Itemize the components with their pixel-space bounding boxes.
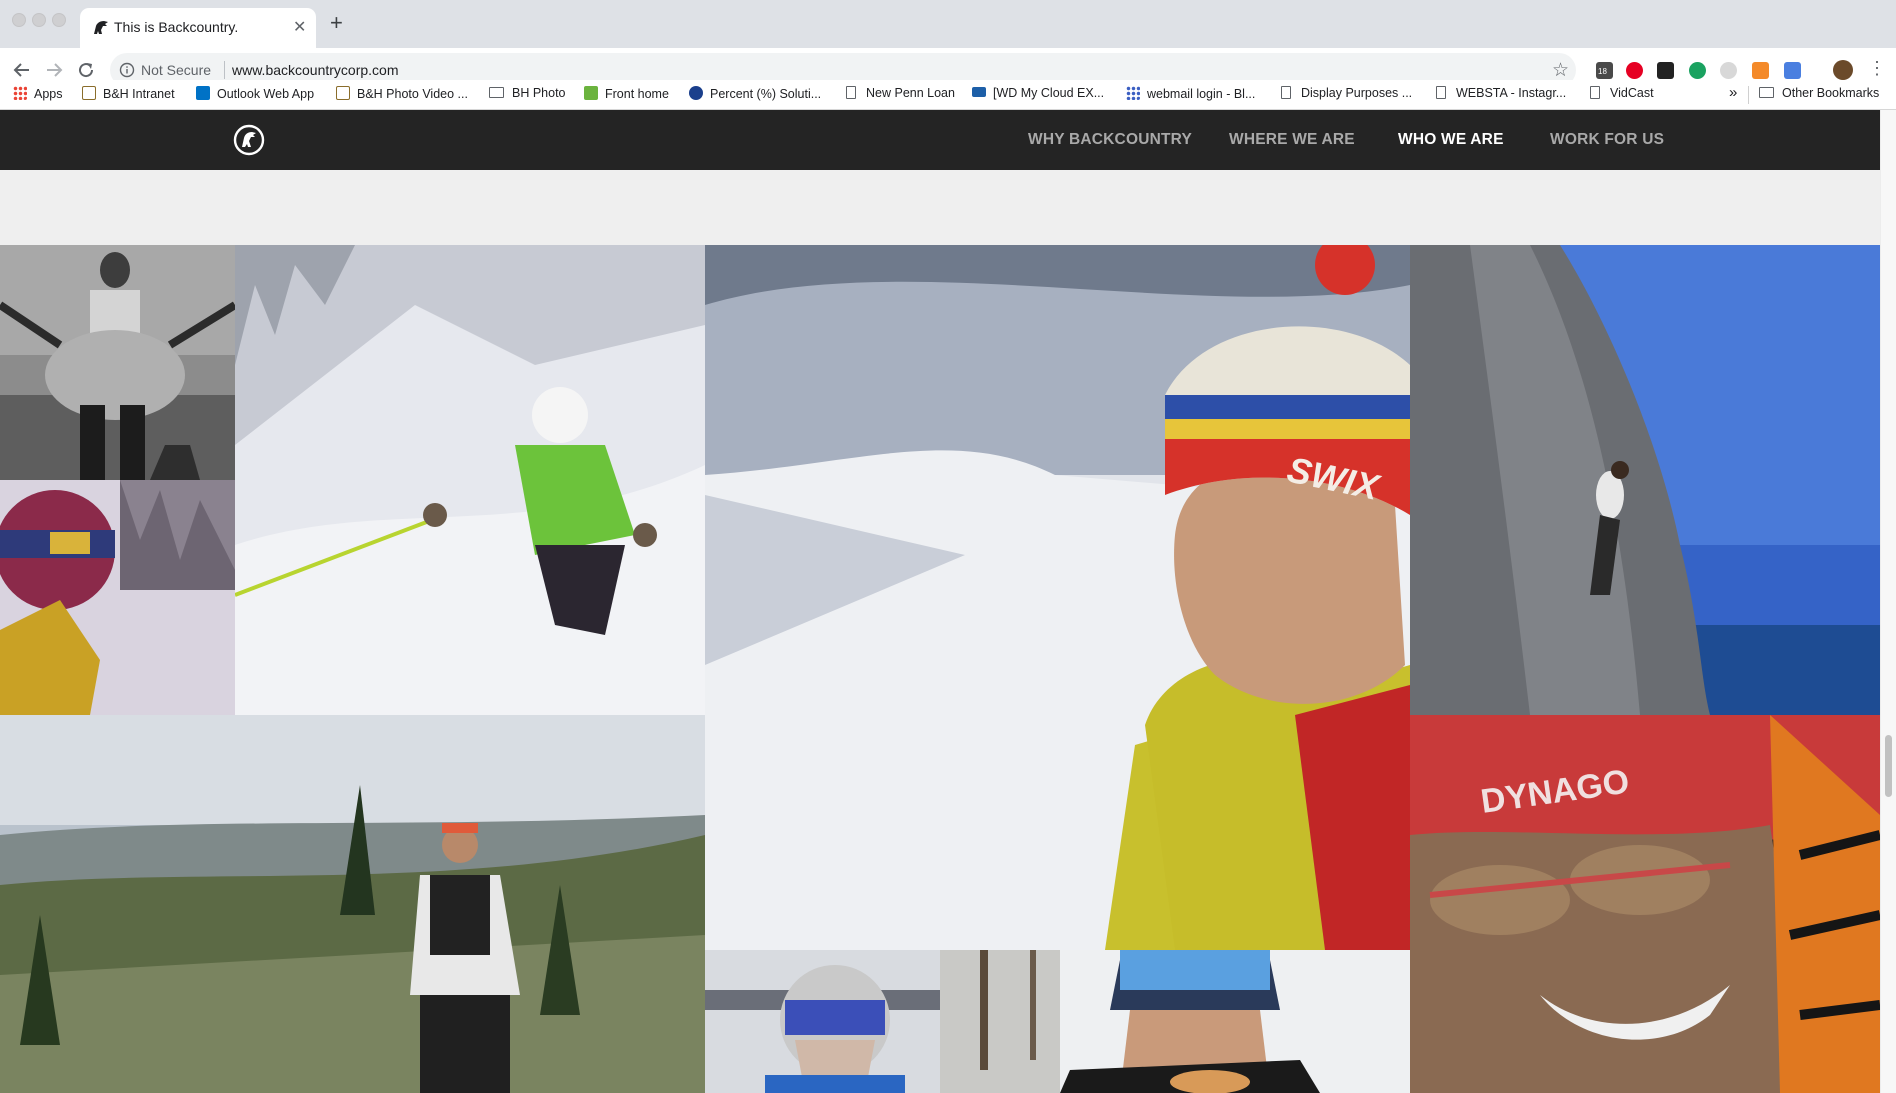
close-window-button[interactable] xyxy=(12,13,26,27)
bookmark-label: Display Purposes ... xyxy=(1301,86,1413,100)
page-icon xyxy=(846,86,856,99)
nav-who-we-are[interactable]: WHO WE ARE xyxy=(1398,131,1504,149)
header-spacer xyxy=(0,170,1880,245)
page-icon xyxy=(1281,86,1291,99)
bh-icon xyxy=(82,86,96,100)
photo-skier-swix-beanie: SWIX xyxy=(705,245,1410,950)
bookmarks-divider xyxy=(1748,86,1749,104)
forward-arrow-icon[interactable] xyxy=(42,58,66,82)
bookmark-vidcast[interactable]: VidCast xyxy=(1590,86,1654,100)
bookmark-percent-solutions[interactable]: Percent (%) Soluti... xyxy=(689,86,821,101)
sync-extension-icon[interactable] xyxy=(1784,62,1801,79)
bookmark-webmail-login[interactable]: webmail login - Bl... xyxy=(1126,86,1255,101)
green-search-extension-icon[interactable] xyxy=(1689,62,1706,79)
bookmark-apps[interactable]: Apps xyxy=(13,86,63,101)
green-page-icon xyxy=(584,86,598,100)
nav-where-we-are[interactable]: WHERE WE ARE xyxy=(1229,131,1355,149)
photo-muddy-biker: DYNAGO xyxy=(1410,715,1880,1093)
security-status: Not Secure xyxy=(141,62,212,78)
bookmark-bh-intranet[interactable]: B&H Intranet xyxy=(82,86,175,101)
wd-icon xyxy=(972,87,986,97)
bookmark-star-icon[interactable]: ☆ xyxy=(1552,59,1569,82)
omnibox-divider xyxy=(224,61,225,79)
folder-icon xyxy=(489,87,504,98)
bookmark-label: WEBSTA - Instagr... xyxy=(1456,86,1567,100)
backcountry-goat-logo-icon[interactable] xyxy=(233,124,265,156)
close-tab-icon[interactable]: ✕ xyxy=(293,17,306,37)
calendar-badge: 18 xyxy=(1598,67,1607,76)
bookmark-label: [WD My Cloud EX... xyxy=(993,86,1105,100)
photo-skier-green-jacket xyxy=(235,245,705,715)
gear-icon xyxy=(689,86,703,100)
apps-grid-icon xyxy=(13,86,27,100)
photo-skier-eating xyxy=(940,950,1410,1093)
bookmark-bh-photo-folder[interactable]: BH Photo xyxy=(489,86,566,100)
buffer-stack-icon[interactable] xyxy=(1657,62,1674,79)
nav-why-backcountry[interactable]: WHY BACKCOUNTRY xyxy=(1028,131,1192,149)
back-arrow-icon[interactable] xyxy=(10,58,34,82)
bookmark-outlook[interactable]: Outlook Web App xyxy=(196,86,314,101)
tab-title: This is Backcountry. xyxy=(114,19,239,35)
bh-icon xyxy=(336,86,350,100)
bookmark-label: VidCast xyxy=(1610,86,1654,100)
other-bookmarks[interactable]: Other Bookmarks xyxy=(1759,86,1879,100)
bookmark-label: B&H Intranet xyxy=(103,87,175,101)
pinterest-icon[interactable] xyxy=(1626,62,1643,79)
bookmarks-overflow-icon[interactable]: » xyxy=(1729,84,1737,101)
nav-work-for-us[interactable]: WORK FOR US xyxy=(1550,131,1664,149)
profile-avatar[interactable] xyxy=(1833,60,1853,80)
bookmark-bh-photo-video[interactable]: B&H Photo Video ... xyxy=(336,86,468,101)
bookmark-label: BH Photo xyxy=(512,86,566,100)
bookmarks-bar: Apps B&H Intranet Outlook Web App B&H Ph… xyxy=(0,80,1896,110)
browser-tab-bar: This is Backcountry. ✕ + xyxy=(0,0,1896,48)
orange-extension-icon[interactable] xyxy=(1752,62,1769,79)
browser-tab-active[interactable]: This is Backcountry. ✕ xyxy=(80,8,316,48)
site-header: WHY BACKCOUNTRY WHERE WE ARE WHO WE ARE … xyxy=(0,110,1880,170)
page-icon xyxy=(1436,86,1446,99)
grid-icon xyxy=(1126,86,1140,100)
bookmark-display-purposes[interactable]: Display Purposes ... xyxy=(1281,86,1412,100)
reload-icon[interactable] xyxy=(74,58,98,82)
bookmark-wd-my-cloud[interactable]: [WD My Cloud EX... xyxy=(972,86,1104,100)
bookmark-label: Front home xyxy=(605,87,669,101)
url-text[interactable]: www.backcountrycorp.com xyxy=(232,62,399,78)
goat-favicon-icon xyxy=(94,21,108,34)
photo-helmet-goggles xyxy=(0,480,235,715)
bookmark-label: Percent (%) Soluti... xyxy=(710,87,822,101)
kebab-menu-icon[interactable]: ⋮ xyxy=(1868,58,1886,79)
bookmark-label: Outlook Web App xyxy=(217,87,315,101)
bookmark-new-penn-loan[interactable]: New Penn Loan xyxy=(846,86,955,100)
bookmark-label: Other Bookmarks xyxy=(1782,86,1880,100)
minimize-window-button[interactable] xyxy=(32,13,46,27)
bookmark-front-home[interactable]: Front home xyxy=(584,86,669,101)
scrollbar-thumb[interactable] xyxy=(1885,735,1892,797)
bookmark-websta[interactable]: WEBSTA - Instagr... xyxy=(1436,86,1566,100)
photo-climber-with-gear xyxy=(0,245,235,480)
cloud-extension-icon[interactable] xyxy=(1720,62,1737,79)
photo-hiker-mountain xyxy=(0,715,705,1093)
bookmark-label: Apps xyxy=(34,87,63,101)
info-icon[interactable] xyxy=(119,62,135,78)
calendar-extension-icon[interactable]: 18 xyxy=(1596,62,1613,79)
photo-rock-climber xyxy=(1410,245,1880,715)
folder-icon xyxy=(1759,87,1774,98)
page-scrollbar[interactable] xyxy=(1880,110,1896,1093)
page-icon xyxy=(1590,86,1600,99)
bookmark-label: webmail login - Bl... xyxy=(1147,87,1256,101)
outlook-icon xyxy=(196,86,210,100)
bookmark-label: New Penn Loan xyxy=(866,86,955,100)
bookmark-label: B&H Photo Video ... xyxy=(357,87,468,101)
new-tab-button[interactable]: + xyxy=(330,12,343,34)
maximize-window-button[interactable] xyxy=(52,13,66,27)
photo-frosty-beard-goggles xyxy=(705,950,940,1093)
